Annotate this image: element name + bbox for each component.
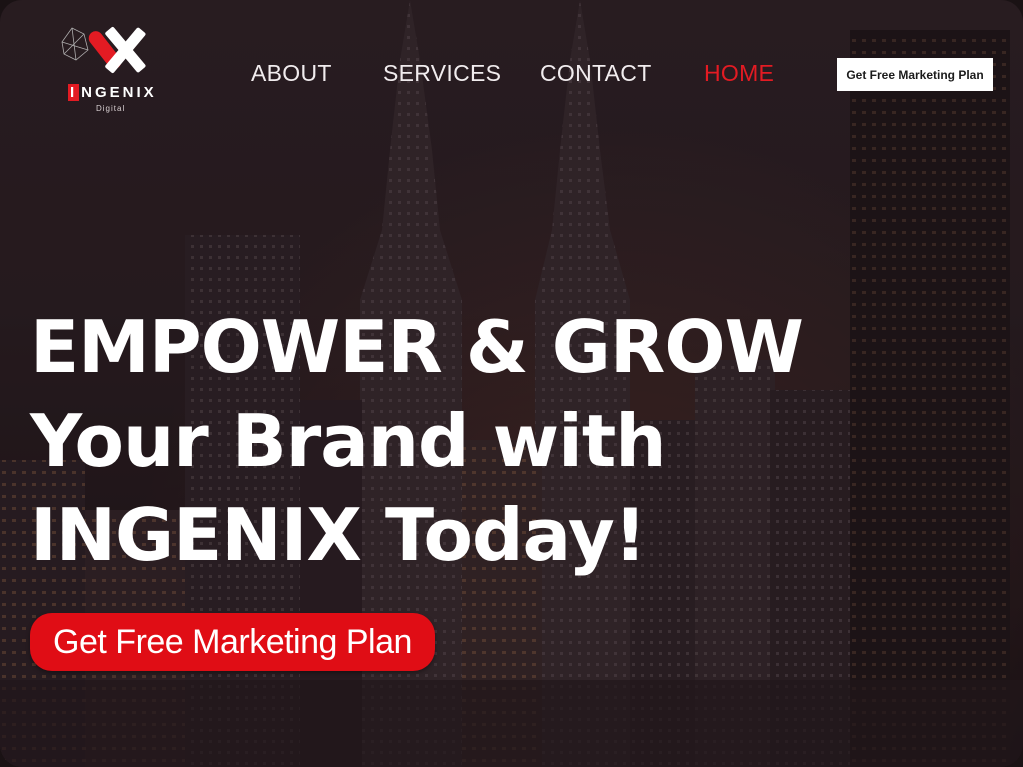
logo-tagline: Digital [96, 104, 126, 113]
logo-x-icon [61, 27, 146, 73]
headline-line-3: INGENIX Today! [30, 493, 647, 577]
headline-line-2: Your Brand with [30, 399, 667, 483]
nav-home[interactable]: HOME [704, 60, 774, 87]
logo-wordmark: I NGENIX [68, 84, 157, 101]
hero-headline: EMPOWER & GROW Your Brand with INGENIX T… [30, 300, 850, 582]
nav-contact[interactable]: CONTACT [540, 60, 652, 87]
brand-logo[interactable]: I NGENIX Digital [58, 22, 170, 118]
nav-about[interactable]: ABOUT [251, 60, 332, 87]
nav-services[interactable]: SERVICES [383, 60, 501, 87]
header-marketing-plan-button[interactable]: Get Free Marketing Plan [837, 58, 993, 91]
hero-marketing-plan-button[interactable]: Get Free Marketing Plan [30, 613, 435, 671]
landing-page: I NGENIX Digital ABOUT SERVICES CONTACT H… [0, 0, 1023, 767]
headline-line-1: EMPOWER & GROW [30, 305, 804, 389]
